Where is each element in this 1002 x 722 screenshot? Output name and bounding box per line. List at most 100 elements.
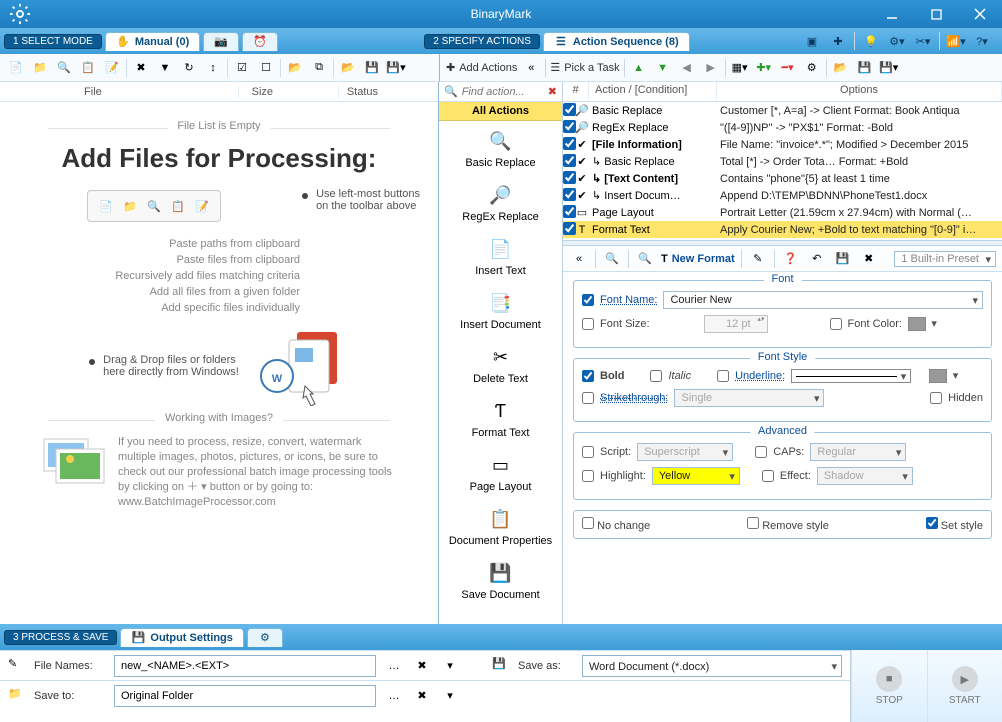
toggle-icon[interactable]: ▦▾ — [730, 58, 750, 78]
save-opt-icon[interactable]: 💾 — [833, 249, 853, 269]
all-actions-header[interactable]: All Actions — [439, 102, 562, 121]
table-row[interactable]: 🔎Basic ReplaceCustomer [*, A=a] -> Clien… — [563, 102, 1002, 119]
settings-gear-icon[interactable] — [0, 0, 40, 28]
add-recursive-icon[interactable]: 🔍 — [54, 58, 74, 78]
fontname-check[interactable] — [582, 294, 594, 306]
palette-item[interactable]: 🔎RegEx Replace — [439, 175, 562, 229]
filenames-clear-icon[interactable]: ✖ — [412, 656, 432, 676]
col-action[interactable]: Action / [Condition] — [589, 82, 717, 101]
col-file[interactable]: File — [0, 86, 239, 98]
script-check[interactable] — [582, 446, 594, 458]
fontname-dropdown[interactable]: Courier New — [663, 291, 983, 309]
palette-item[interactable]: ✂Delete Text — [439, 337, 562, 391]
delete-opt-icon[interactable]: ✖ — [859, 249, 879, 269]
palette-item[interactable]: 🔍Basic Replace — [439, 121, 562, 175]
script-dropdown[interactable]: Superscript — [637, 443, 733, 461]
saveto-clear-icon[interactable]: ✖ — [412, 686, 432, 706]
outdent-icon[interactable]: ◀ — [677, 58, 697, 78]
fontcolor-check[interactable] — [830, 318, 842, 330]
tab-action-sequence[interactable]: ☰ Action Sequence (8) — [543, 32, 690, 51]
palette-item[interactable]: 📄Insert Text — [439, 229, 562, 283]
edit-icon[interactable]: ✎ — [748, 249, 768, 269]
step1-badge[interactable]: 1 SELECT MODE — [4, 34, 102, 49]
save-seq-icon[interactable]: 💾 — [855, 58, 875, 78]
open-folder-icon[interactable]: 📂 — [285, 58, 305, 78]
filenames-dd-icon[interactable]: ▾ — [440, 656, 460, 676]
copy-icon[interactable]: ⧉ — [309, 58, 329, 78]
preset-dropdown[interactable]: 1 Built-in Preset — [894, 251, 996, 267]
caps-check[interactable] — [755, 446, 767, 458]
gear-dd-icon[interactable]: ⚙▾ — [887, 31, 907, 51]
add-actions-button[interactable]: ✚Add Actions — [446, 61, 517, 74]
minimize-button[interactable] — [870, 0, 914, 28]
radio-nochange[interactable]: No change — [582, 517, 650, 532]
find-action-input[interactable] — [462, 86, 544, 98]
strike-dropdown[interactable]: Single — [674, 389, 824, 407]
palette-item[interactable]: 💾Save Document — [439, 553, 562, 607]
table-row[interactable]: ✔[File Information]File Name: "invoice*.… — [563, 136, 1002, 153]
tab-camera[interactable]: 📷 — [203, 32, 239, 51]
palette-item[interactable]: ƬFormat Text — [439, 391, 562, 445]
add-file-icon[interactable]: 📄 — [6, 58, 26, 78]
table-row[interactable]: ✔↳ Basic ReplaceTotal [*] -> Order Tota…… — [563, 153, 1002, 170]
step3-badge[interactable]: 3 PROCESS & SAVE — [4, 630, 117, 645]
help-icon[interactable]: ❓ — [781, 249, 801, 269]
table-row[interactable]: 🔎RegEx Replace"([4-9])NP" -> "PX$1" Form… — [563, 119, 1002, 136]
palette-item[interactable]: 📑Insert Document — [439, 283, 562, 337]
table-row[interactable]: ▭Page LayoutPortrait Letter (21.59cm x 2… — [563, 204, 1002, 221]
wifi-dd-icon[interactable]: 📶▾ — [946, 31, 966, 51]
open-seq-icon[interactable]: 📂 — [831, 58, 851, 78]
maximize-button[interactable] — [914, 0, 958, 28]
col-options[interactable]: Options — [717, 82, 1002, 101]
strike-check[interactable] — [582, 392, 594, 404]
fontname-label[interactable]: Font Name: — [600, 294, 657, 306]
tab-output-settings[interactable]: 💾 Output Settings — [120, 628, 244, 647]
highlight-check[interactable] — [582, 470, 594, 482]
terminal-icon[interactable]: ▣ — [802, 31, 822, 51]
remove-icon[interactable]: ✖ — [131, 58, 151, 78]
indent-icon[interactable]: ▶ — [701, 58, 721, 78]
effect-check[interactable] — [762, 470, 774, 482]
settings-icon[interactable]: ⚙ — [802, 58, 822, 78]
filenames-browse-icon[interactable]: … — [384, 656, 404, 676]
step2-badge[interactable]: 2 SPECIFY ACTIONS — [424, 34, 540, 49]
hidden-check[interactable] — [930, 392, 942, 404]
col-status[interactable]: Status — [339, 86, 438, 98]
highlight-dropdown[interactable]: Yellow — [652, 467, 740, 485]
table-row[interactable]: ✔↳ [Text Content]Contains "phone"{5} at … — [563, 170, 1002, 187]
saveas-dropdown[interactable]: Word Document (*.docx) — [582, 655, 842, 677]
effect-dropdown[interactable]: Shadow — [817, 467, 913, 485]
move-up-icon[interactable]: ▲ — [629, 58, 649, 78]
clear-search-icon[interactable]: ✖ — [548, 85, 557, 98]
add-icon[interactable]: ✚▾ — [754, 58, 774, 78]
table-row[interactable]: ✔ ↳ Insert Docum…Append D:\TEMP\BDNN\Pho… — [563, 187, 1002, 204]
paste-paths-icon[interactable]: 📝 — [102, 58, 122, 78]
sort-icon[interactable]: ↕ — [203, 58, 223, 78]
underline-label[interactable]: Underline: — [735, 370, 785, 382]
undo-icon[interactable]: ↶ — [807, 249, 827, 269]
zoom-icon[interactable]: 🔍 — [602, 249, 622, 269]
italic-check[interactable] — [650, 370, 662, 382]
tab-manual[interactable]: ✋ Manual (0) — [105, 32, 200, 51]
uncheck-all-icon[interactable]: ☐ — [256, 58, 276, 78]
fontsize-spinner[interactable]: 12 pt — [704, 315, 768, 333]
move-down-icon[interactable]: ▼ — [653, 58, 673, 78]
check-all-icon[interactable]: ☑ — [232, 58, 252, 78]
radio-set[interactable]: Set style — [926, 517, 983, 532]
saveto-input[interactable] — [114, 685, 376, 707]
underline-color-swatch[interactable] — [929, 369, 947, 383]
remove-action-icon[interactable]: ━▾ — [778, 58, 798, 78]
shield-icon[interactable]: ✚ — [828, 31, 848, 51]
tab-output-gear[interactable]: ⚙ — [247, 628, 283, 647]
close-button[interactable] — [958, 0, 1002, 28]
refresh-icon[interactable]: ↻ — [179, 58, 199, 78]
underline-check[interactable] — [717, 370, 729, 382]
paste-files-icon[interactable]: 📋 — [78, 58, 98, 78]
open-list-icon[interactable]: 📂 — [338, 58, 358, 78]
caps-dropdown[interactable]: Regular — [810, 443, 906, 461]
underline-style-dropdown[interactable] — [791, 369, 911, 383]
radio-remove[interactable]: Remove style — [747, 517, 829, 532]
bold-check[interactable] — [582, 370, 594, 382]
tab-clock[interactable]: ⏰ — [242, 32, 278, 51]
add-folder-icon[interactable]: 📁 — [30, 58, 50, 78]
